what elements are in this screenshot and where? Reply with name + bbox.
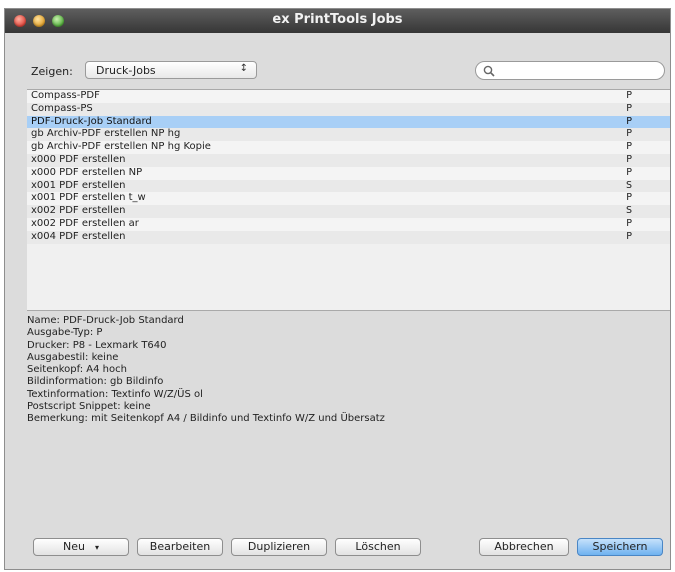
printtools-jobs-window: ex PrintTools Jobs Zeigen: Druck-Jobs ↕ …	[4, 8, 671, 570]
job-row[interactable]: x004 PDF erstellen P	[27, 230, 670, 244]
toolbar: Zeigen: Druck-Jobs ↕	[5, 33, 670, 89]
search-input[interactable]	[498, 63, 662, 79]
search-field[interactable]	[475, 61, 665, 80]
window-title: ex PrintTools Jobs	[272, 12, 403, 27]
detail-output-type: Ausgabe-Typ: P	[27, 327, 103, 339]
job-row[interactable]: gb Archiv-PDF erstellen NP hg Kopie P	[27, 141, 670, 154]
job-row[interactable]: Compass-PS P	[27, 102, 670, 116]
detail-image-info: Bildinformation: gb Bildinfo	[27, 376, 164, 388]
edit-button[interactable]: Bearbeiten	[137, 538, 223, 556]
job-row[interactable]: x002 PDF erstellen ar P	[27, 217, 670, 231]
search-icon	[483, 65, 495, 77]
show-popup-value: Druck-Jobs	[96, 64, 156, 77]
popup-arrows-icon: ↕	[239, 63, 248, 74]
job-row-selected[interactable]: PDF-Druck-Job Standard P	[27, 115, 670, 129]
job-row[interactable]: x000 PDF erstellen NP P	[27, 166, 670, 180]
title-bar[interactable]: ex PrintTools Jobs	[5, 9, 670, 34]
jobs-list[interactable]: Compass-PDF P Compass-PS P PDF-Druck-Job S…	[27, 89, 670, 311]
duplicate-button[interactable]: Duplizieren	[231, 538, 327, 556]
new-button[interactable]: Neu ▾	[33, 538, 129, 556]
detail-printer: Drucker: P8 - Lexmark T640	[27, 339, 167, 351]
new-button-label: Neu	[63, 540, 85, 553]
detail-output-style: Ausgabestil: keine	[27, 351, 119, 363]
detail-page-header: Seitenkopf: A4 hoch	[27, 364, 127, 376]
delete-button[interactable]: Löschen	[335, 538, 421, 556]
job-row[interactable]: x001 PDF erstellen t_w P	[27, 192, 670, 206]
save-button[interactable]: Speichern	[577, 538, 663, 556]
job-row[interactable]: x002 PDF erstellen S	[27, 205, 670, 218]
detail-postscript-snippet: Postscript Snippet: keine	[27, 401, 151, 413]
job-row[interactable]: x001 PDF erstellen S	[27, 179, 670, 193]
job-row[interactable]: Compass-PDF P	[27, 90, 670, 103]
cancel-button[interactable]: Abbrechen	[479, 538, 569, 556]
dropdown-arrow-icon: ▾	[94, 543, 99, 552]
detail-name: Name: PDF-Druck-Job Standard	[27, 315, 184, 326]
job-row[interactable]: gb Archiv-PDF erstellen NP hg P	[27, 128, 670, 142]
show-popup[interactable]: Druck-Jobs ↕	[85, 61, 257, 79]
show-label: Zeigen:	[31, 65, 73, 78]
detail-text-info: Textinformation: Textinfo W/Z/ÜS ol	[27, 388, 203, 400]
job-details: Name: PDF-Druck-Job Standard Ausgabe-Typ…	[27, 315, 657, 515]
detail-remark: Bemerkung: mit Seitenkopf A4 / Bildinfo …	[27, 413, 385, 425]
job-row[interactable]: x000 PDF erstellen P	[27, 153, 670, 167]
